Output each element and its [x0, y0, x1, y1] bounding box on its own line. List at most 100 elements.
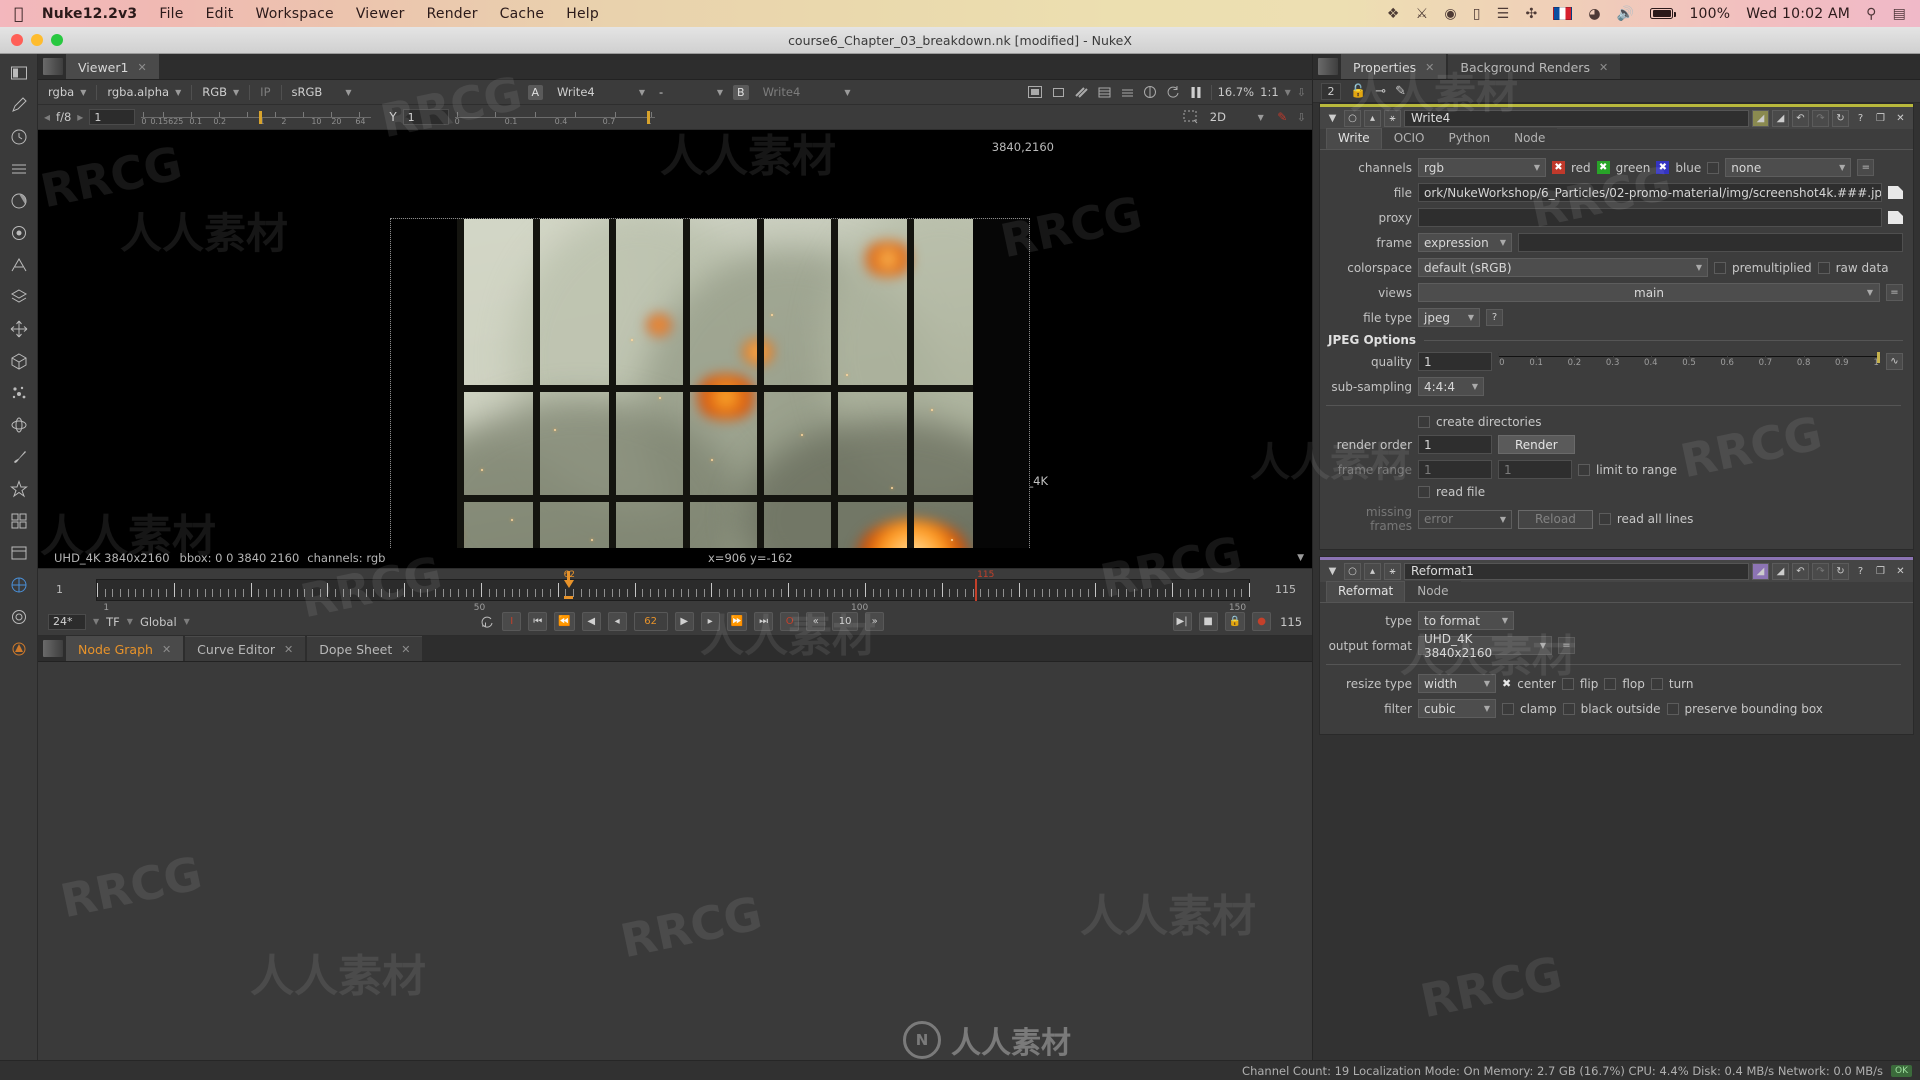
file-input[interactable]: ork/NukeWorkshop/6_Particles/02-promo-ma…: [1418, 183, 1882, 202]
remove-all-icon[interactable]: ⊸: [1375, 84, 1386, 99]
close-icon[interactable]: ✕: [162, 643, 171, 656]
file-type-help-icon[interactable]: ?: [1486, 309, 1503, 326]
frame-range-to-input[interactable]: 1: [1498, 460, 1572, 479]
undo-icon[interactable]: ↶: [1792, 562, 1809, 580]
menu-viewer[interactable]: Viewer: [356, 6, 405, 22]
render-order-input[interactable]: 1: [1418, 435, 1492, 454]
viewer-channel-select[interactable]: rgba.alpha ▼: [103, 84, 185, 101]
menu-help[interactable]: Help: [566, 6, 599, 22]
particles-icon[interactable]: [8, 382, 30, 404]
node-tab-write[interactable]: Write: [1326, 128, 1382, 149]
key-icon[interactable]: ●: [1252, 612, 1272, 631]
quality-input[interactable]: 1: [1418, 352, 1492, 371]
set-in-icon[interactable]: I: [502, 612, 522, 631]
proxy-browse-icon[interactable]: [1888, 211, 1903, 224]
close-icon[interactable]: ✕: [1599, 61, 1608, 74]
timeline-track[interactable]: 1 50 100 150 115 62: [96, 570, 1250, 613]
alpha-checkbox[interactable]: [1707, 161, 1720, 174]
mask-b-icon[interactable]: ◢: [1772, 109, 1789, 127]
menu-file[interactable]: File: [159, 6, 183, 22]
preserve-bounding-box-checkbox[interactable]: [1666, 702, 1679, 715]
circle-icon[interactable]: [8, 222, 30, 244]
menu-cache[interactable]: Cache: [500, 6, 545, 22]
close-icon[interactable]: ✕: [1425, 61, 1434, 74]
menu-workspace[interactable]: Workspace: [256, 6, 334, 22]
mask-a-icon[interactable]: ◢: [1752, 109, 1769, 127]
frame-range-from-input[interactable]: 1: [1418, 460, 1492, 479]
viewer-dimension-select[interactable]: 2D ▼: [1206, 109, 1268, 126]
close-icon[interactable]: ✕: [1892, 563, 1909, 580]
views-icon[interactable]: [8, 510, 30, 532]
tab-dope-sheet[interactable]: Dope Sheet ✕: [307, 636, 423, 661]
viewer-layer-select[interactable]: rgba ▼: [44, 84, 90, 101]
viewer-input-a-select[interactable]: Write4 ▼: [553, 84, 649, 101]
help-icon[interactable]: ?: [1852, 110, 1869, 127]
frame-mode-select[interactable]: expression ▼: [1418, 233, 1512, 252]
refresh-icon[interactable]: [1165, 84, 1182, 101]
reload-button[interactable]: Reload: [1518, 509, 1593, 529]
close-icon[interactable]: ✕: [284, 643, 293, 656]
pen-icon[interactable]: [8, 94, 30, 116]
star-icon[interactable]: [8, 478, 30, 500]
apple-icon[interactable]: : [14, 5, 24, 22]
viewer-display-select[interactable]: RGB ▼: [198, 84, 243, 101]
viewer-canvas[interactable]: 3840,2160 UHD_4K: [38, 130, 1312, 548]
create-directories-checkbox[interactable]: [1418, 416, 1430, 428]
flop-checkbox[interactable]: [1604, 677, 1617, 690]
black-outside-checkbox[interactable]: [1562, 702, 1575, 715]
disable-icon[interactable]: ○: [1344, 562, 1361, 580]
current-frame-input[interactable]: 62: [633, 612, 668, 631]
brush-icon[interactable]: [8, 446, 30, 468]
french-flag-icon[interactable]: [1553, 7, 1573, 20]
raw-data-checkbox[interactable]: [1817, 261, 1830, 274]
output-format-select[interactable]: UHD_4K 3840x2160 ▼: [1418, 632, 1552, 660]
color-wheel-icon[interactable]: [8, 190, 30, 212]
clock-label[interactable]: Wed 10:02 AM: [1746, 6, 1850, 22]
clock-icon[interactable]: [8, 126, 30, 148]
properties-panel-grip[interactable]: [1318, 58, 1338, 75]
gamma-slider[interactable]: 00.10.40.71: [454, 109, 655, 126]
close-icon[interactable]: ✕: [1892, 110, 1909, 127]
pause-icon[interactable]: [1188, 84, 1205, 101]
tag-icon[interactable]: [8, 542, 30, 564]
mask-icon[interactable]: ▴: [1364, 562, 1381, 580]
timeline-ruler[interactable]: 1 115 1 50 100 150 115 62: [38, 568, 1312, 613]
timeline-out-marker[interactable]: [974, 579, 977, 601]
node-name-input[interactable]: Write4: [1404, 109, 1749, 127]
missing-frames-select[interactable]: error ▼: [1418, 509, 1512, 529]
tf-dropdown-icon[interactable]: ▼: [127, 617, 133, 626]
chevron-down-icon[interactable]: ▼: [1285, 88, 1291, 97]
disable-icon[interactable]: ○: [1344, 109, 1361, 127]
settings-icon[interactable]: ⚹: [1384, 562, 1401, 580]
help-icon[interactable]: ?: [1852, 563, 1869, 580]
range-mode-dropdown-icon[interactable]: ▼: [184, 617, 190, 626]
float-icon[interactable]: ❐: [1872, 563, 1889, 580]
sub-sampling-select[interactable]: 4:4:4 ▼: [1418, 377, 1484, 396]
roi-mode-icon[interactable]: [1183, 109, 1200, 126]
expand-toolbar-icon[interactable]: ⇩: [1297, 86, 1306, 99]
move-icon[interactable]: [8, 318, 30, 340]
timeline-playhead[interactable]: [563, 571, 574, 600]
tab-background-renders[interactable]: Background Renders ✕: [1448, 54, 1621, 79]
collapse-icon[interactable]: ▼: [1324, 563, 1341, 580]
read-all-lines-checkbox[interactable]: [1598, 513, 1611, 525]
viewer-zoom-label[interactable]: 16.7%: [1218, 85, 1255, 99]
color-picker-icon[interactable]: ✎: [1274, 109, 1291, 126]
gain-prev-icon[interactable]: ◂: [44, 110, 50, 124]
collapse-icon[interactable]: ▼: [1324, 110, 1341, 127]
type-select[interactable]: to format ▼: [1418, 611, 1514, 630]
node-tab-reformat[interactable]: Reformat: [1326, 581, 1406, 602]
playback-mode-icon[interactable]: ▶|: [1172, 612, 1192, 631]
turn-checkbox[interactable]: [1650, 677, 1663, 690]
cleanmymac-icon[interactable]: ◉: [1444, 6, 1456, 22]
keyer-icon[interactable]: [8, 254, 30, 276]
gamma-input[interactable]: 1: [402, 109, 449, 125]
gain-slider[interactable]: 00.15625 0.10.2 12 102064: [141, 109, 372, 126]
proxy-input[interactable]: [1418, 208, 1882, 227]
render-button[interactable]: Render: [1498, 435, 1575, 454]
prev-keyframe-icon[interactable]: ⏪: [554, 612, 575, 631]
gain-input[interactable]: 1: [89, 109, 136, 125]
green-checkbox[interactable]: ✖: [1596, 161, 1610, 174]
roi-icon[interactable]: [1027, 84, 1044, 101]
clipwarp-icon[interactable]: [1050, 84, 1067, 101]
